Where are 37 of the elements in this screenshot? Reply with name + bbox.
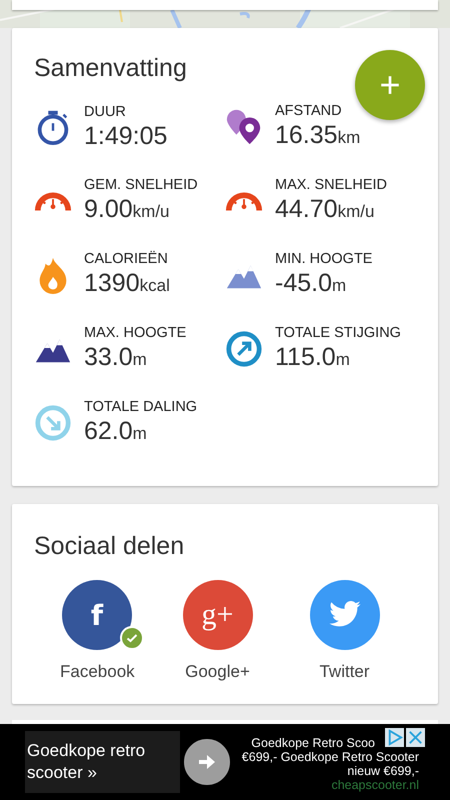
- ad-text: €699,- Goedkope Retro Scooter: [242, 750, 419, 764]
- stat-label: MAX. SNELHEID: [275, 176, 387, 194]
- add-button[interactable]: +: [355, 50, 425, 120]
- stat-value: 1390kcal: [84, 268, 170, 298]
- ad-headline[interactable]: Goedkope retro scooter »: [27, 740, 180, 784]
- stat-value: 44.70km/u: [275, 194, 376, 224]
- arrow-down-right-icon: [34, 404, 72, 442]
- stat-label: AFSTAND: [275, 102, 343, 120]
- stat-value: 115.0m: [275, 342, 351, 372]
- facebook-button[interactable]: f: [62, 580, 132, 650]
- stat-value: 62.0m: [84, 416, 148, 446]
- stat-value: -45.0m: [275, 268, 348, 298]
- stat-value: 33.0m: [84, 342, 148, 372]
- googleplus-button[interactable]: g+: [182, 580, 252, 650]
- close-icon[interactable]: [406, 728, 425, 747]
- network-label: Twitter: [319, 662, 370, 682]
- card-title: Sociaal delen: [34, 531, 186, 562]
- stat-value: 16.35km: [275, 120, 360, 150]
- play-icon[interactable]: [385, 728, 404, 747]
- stat-label: GEM. SNELHEID: [84, 176, 198, 194]
- map-pin-icon: [225, 108, 263, 146]
- stat-label: DUUR: [84, 103, 127, 121]
- arrow-right-icon: [197, 752, 217, 772]
- arrow-up-right-icon: [225, 330, 263, 368]
- stat-value: 1:49:05: [84, 121, 168, 151]
- ad-link[interactable]: cheapscooter.nl: [331, 778, 419, 792]
- stat-value: 9.00km/u: [84, 194, 171, 224]
- ad-text: Goedkope Retro Scoo: [251, 736, 375, 750]
- ad-text: nieuw €699,-: [347, 764, 419, 778]
- stat-label: MAX. HOOGTE: [84, 324, 186, 342]
- stat-label: TOTALE STIJGING: [275, 324, 401, 342]
- stat-label: CALORIEËN: [84, 250, 169, 268]
- network-label: Google+: [185, 662, 250, 682]
- card-title: Samenvatting: [34, 53, 188, 84]
- stat-label: MIN. HOOGTE: [275, 250, 372, 268]
- network-label: Facebook: [60, 662, 135, 682]
- stat-label: TOTALE DALING: [84, 398, 198, 416]
